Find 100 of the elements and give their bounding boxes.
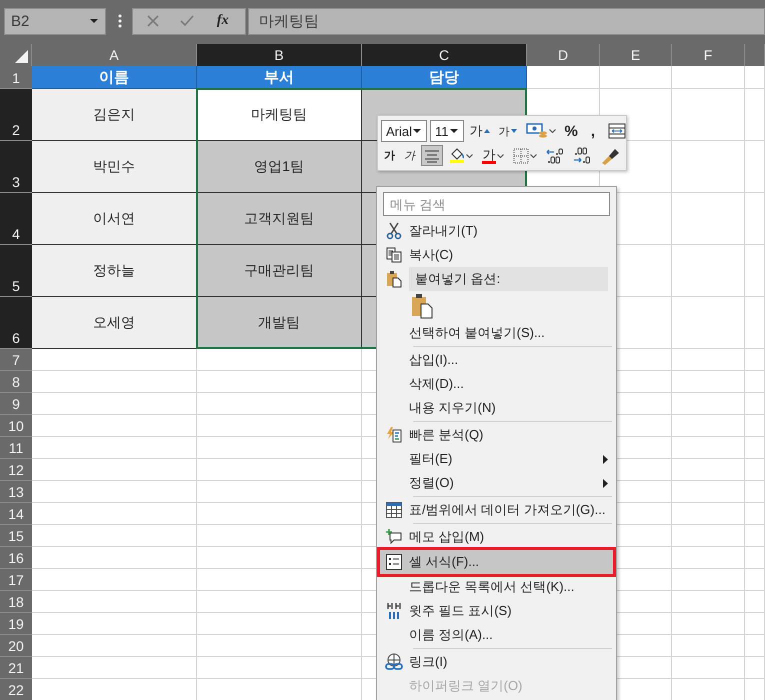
menu-section-heading: 붙여넣기 옵션: <box>409 267 608 291</box>
row-header[interactable]: 3 <box>0 141 32 193</box>
menu-item[interactable]: 표/범위에서 데이터 가져오기(G)... <box>379 498 614 522</box>
menu-search-field[interactable]: 메뉴 검색 <box>383 192 610 216</box>
row-header[interactable]: 21 <box>0 657 32 679</box>
menu-item[interactable]: 선택하여 붙여넣기(S)... <box>379 321 614 345</box>
row-header[interactable]: 22 <box>0 679 32 700</box>
row-header[interactable]: 13 <box>0 481 32 503</box>
menu-item[interactable]: 복사(C) <box>379 243 614 267</box>
table-cell <box>745 657 765 679</box>
table-cell <box>745 393 765 415</box>
caret-icon <box>448 128 459 134</box>
row-header[interactable]: 10 <box>0 415 32 437</box>
table-cell: 박민수 <box>32 141 197 193</box>
menu-item[interactable]: 메모 삽입(M) <box>379 525 614 549</box>
font-field[interactable]: Arial <box>381 120 428 142</box>
table-cell <box>745 525 765 547</box>
align-center-button[interactable] <box>421 145 443 166</box>
caret-icon <box>89 18 99 24</box>
row-header[interactable]: 11 <box>0 437 32 459</box>
percent-button[interactable]: % <box>562 120 581 142</box>
money-icon <box>526 123 548 139</box>
table-cell <box>745 141 765 193</box>
caret-icon <box>497 154 504 158</box>
row-header[interactable]: 20 <box>0 635 32 657</box>
comma-style-button[interactable]: , <box>584 120 602 142</box>
table-cell <box>745 193 765 245</box>
menu-item[interactable]: 내용 지우기(N) <box>379 396 614 420</box>
row-header[interactable]: 16 <box>0 547 32 569</box>
up-triangle-icon <box>484 129 490 133</box>
table-cell <box>745 569 765 591</box>
table-cell <box>745 635 765 657</box>
table-cell <box>745 613 765 635</box>
italic-button[interactable]: 가 <box>401 145 418 166</box>
table-cell <box>600 66 672 89</box>
row-header[interactable]: 12 <box>0 459 32 481</box>
column-header[interactable]: C <box>362 44 527 66</box>
column-header[interactable]: E <box>600 44 672 66</box>
menu-item[interactable]: 빠른 분석(Q) <box>379 423 614 447</box>
menu-item[interactable]: 링크(I) <box>379 650 614 674</box>
check-icon[interactable] <box>180 15 194 27</box>
table-cell: 오세영 <box>32 297 197 349</box>
decrease-decimal-icon <box>546 146 564 164</box>
caret-icon <box>530 154 537 158</box>
font-color-button[interactable]: 가 <box>479 145 507 166</box>
bold-button[interactable]: 가 <box>381 145 398 166</box>
table-cell <box>745 66 765 89</box>
clipboard-icon <box>411 293 433 319</box>
phonetic-icon <box>386 602 402 620</box>
row-header[interactable]: 1 <box>0 66 32 89</box>
caret-icon <box>466 154 473 158</box>
row-header[interactable]: 18 <box>0 591 32 613</box>
font-size-field[interactable]: 11 <box>430 120 464 142</box>
menu-item[interactable]: 셀 서식(F)... <box>379 549 614 575</box>
menu-item[interactable]: 삽입(I)... <box>379 348 614 372</box>
table-cell: 이서연 <box>32 193 197 245</box>
column-header[interactable]: A <box>32 44 197 66</box>
row-header[interactable]: 17 <box>0 569 32 591</box>
column-header[interactable]: B <box>197 44 362 66</box>
table-cell <box>745 89 765 141</box>
row-header[interactable]: 5 <box>0 245 32 297</box>
submenu-arrow-icon <box>603 478 608 488</box>
formula-field[interactable]: 마케팅팀 <box>248 8 765 34</box>
menu-item[interactable]: 삭제(D)... <box>379 372 614 396</box>
row-header[interactable]: 19 <box>0 613 32 635</box>
table-cell: 담당 <box>362 66 527 89</box>
submenu-arrow-icon <box>603 454 608 464</box>
scissors-icon <box>386 222 402 240</box>
insert-function-button[interactable]: fx <box>214 13 231 29</box>
menu-item[interactable]: 필터(E) <box>379 447 614 471</box>
row-header[interactable]: 14 <box>0 503 32 525</box>
table-cell: 이름 <box>32 66 197 89</box>
menu-item[interactable]: 잘라내기(T) <box>379 219 614 243</box>
comment-plus-icon <box>386 529 402 545</box>
name-box[interactable]: B2 <box>4 8 106 34</box>
table-cell: 구매관리팀 <box>197 245 362 297</box>
row-header[interactable]: 7 <box>0 349 32 371</box>
paste-button[interactable] <box>409 291 435 321</box>
table-icon <box>386 502 402 518</box>
increase-font-size-button[interactable]: 가 <box>466 120 493 142</box>
row-header[interactable]: 6 <box>0 297 32 349</box>
row-header[interactable]: 9 <box>0 393 32 415</box>
globe-link-icon <box>385 653 403 671</box>
table-cell <box>745 245 765 297</box>
column-header[interactable]: D <box>527 44 600 66</box>
menu-item[interactable]: 정렬(O) <box>379 471 614 495</box>
menu-item[interactable]: 윗주 필드 표시(S) <box>379 599 614 623</box>
increase-decimal-icon <box>573 146 591 164</box>
row-header[interactable]: 4 <box>0 193 32 245</box>
decrease-font-size-button[interactable]: 가 <box>496 120 520 142</box>
quick-analysis-icon <box>386 427 402 443</box>
row-header[interactable]: 2 <box>0 89 32 141</box>
column-header[interactable]: F <box>672 44 745 66</box>
menu-item[interactable]: 이름 정의(A)... <box>379 623 614 647</box>
table-cell: 영업1팀 <box>197 141 362 193</box>
menu-item[interactable]: 드롭다운 목록에서 선택(K)... <box>379 575 614 599</box>
table-cell: 고객지원팀 <box>197 193 362 245</box>
row-header[interactable]: 15 <box>0 525 32 547</box>
row-header[interactable]: 8 <box>0 371 32 393</box>
table-cell <box>745 415 765 437</box>
